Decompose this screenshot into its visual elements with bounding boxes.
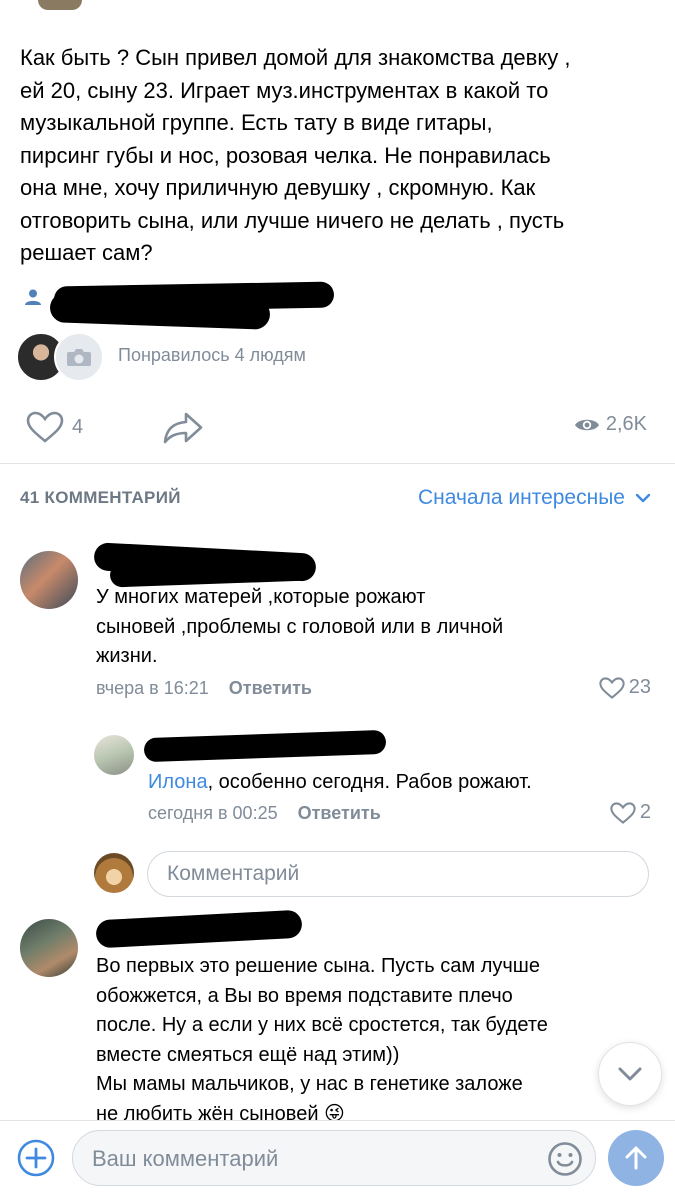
reply-comment-input[interactable]: Комментарий <box>147 851 649 897</box>
heart-icon <box>599 676 625 699</box>
comment-avatar[interactable] <box>20 551 78 609</box>
eye-icon <box>574 419 599 430</box>
sort-label: Сначала интересные <box>418 486 625 509</box>
like-button[interactable]: 4 <box>26 411 83 443</box>
comment-like-count: 23 <box>628 676 651 698</box>
reply-button[interactable]: Ответить <box>298 803 381 824</box>
reply-avatar[interactable] <box>94 735 134 775</box>
add-attachment-button[interactable] <box>16 1138 56 1178</box>
views-count: 2,6K <box>605 413 647 435</box>
reply-text-body: , особенно сегодня. Рабов рожают. <box>207 771 532 793</box>
reply-input-placeholder: Комментарий <box>167 862 300 885</box>
chevron-down-icon <box>635 493 651 503</box>
likers-text[interactable]: Понравилось 4 людям <box>118 345 306 366</box>
comment-time: вчера в 16:21 <box>96 678 209 698</box>
comments-count: 41 КОММЕНТАРИЙ <box>20 488 181 507</box>
like-count: 4 <box>72 415 84 438</box>
user-icon <box>25 289 41 305</box>
comments-header: 41 КОММЕНТАРИЙ Сначала интересные <box>0 478 675 518</box>
arrow-up-icon <box>625 1146 647 1170</box>
reply-button[interactable]: Ответить <box>229 678 312 699</box>
divider <box>0 463 675 464</box>
previous-avatar-fragment <box>38 0 82 10</box>
camera-icon <box>67 349 91 366</box>
emoji-icon[interactable] <box>547 1141 583 1177</box>
redacted-commenter-name <box>143 729 387 763</box>
comment-meta: вчера в 16:21 Ответить <box>96 678 312 699</box>
share-button[interactable] <box>162 411 204 450</box>
current-user-avatar <box>94 853 134 893</box>
reply-like-button[interactable]: 2 <box>610 801 651 824</box>
reply-meta: сегодня в 00:25 Ответить <box>148 803 381 824</box>
redacted-author-name-scribble <box>49 292 271 330</box>
chevron-down-icon <box>618 1067 642 1081</box>
comment-like-button[interactable]: 23 <box>599 676 651 699</box>
scroll-down-button[interactable] <box>598 1042 662 1106</box>
views-counter: 2,6K <box>574 413 647 436</box>
post-actions: 4 2,6K <box>0 405 675 451</box>
likers-row[interactable]: Понравилось 4 людям <box>16 332 416 382</box>
comment-input-field[interactable]: Ваш комментарий <box>72 1130 596 1186</box>
reply-text: Илона, особенно сегодня. Рабов рожают. <box>148 768 648 798</box>
comment-avatar[interactable] <box>20 919 78 977</box>
post-author-row[interactable] <box>20 281 340 330</box>
reply-input-row: Комментарий <box>0 848 675 900</box>
reply-like-count: 2 <box>639 801 651 823</box>
comment-composer-bar: Ваш комментарий <box>0 1120 675 1200</box>
send-button[interactable] <box>608 1130 664 1186</box>
comment-text: Во первых это решение сына. Пусть сам лу… <box>96 955 548 1122</box>
comments-sort-dropdown[interactable]: Сначала интересные <box>418 486 651 510</box>
redacted-commenter-name <box>95 909 303 949</box>
comment-input-placeholder: Ваш комментарий <box>92 1146 279 1171</box>
heart-icon <box>610 801 636 824</box>
comment-text: У многих матерей ,которые рожают сыновей… <box>96 586 504 667</box>
liker-avatar-placeholder[interactable] <box>54 332 104 382</box>
share-icon <box>163 412 203 444</box>
heart-icon <box>26 411 64 443</box>
reply-time: сегодня в 00:25 <box>148 803 278 823</box>
reply-mention-link[interactable]: Илона <box>148 771 208 793</box>
post-text: Как быть ? Сын привел домой для знакомст… <box>20 45 571 265</box>
